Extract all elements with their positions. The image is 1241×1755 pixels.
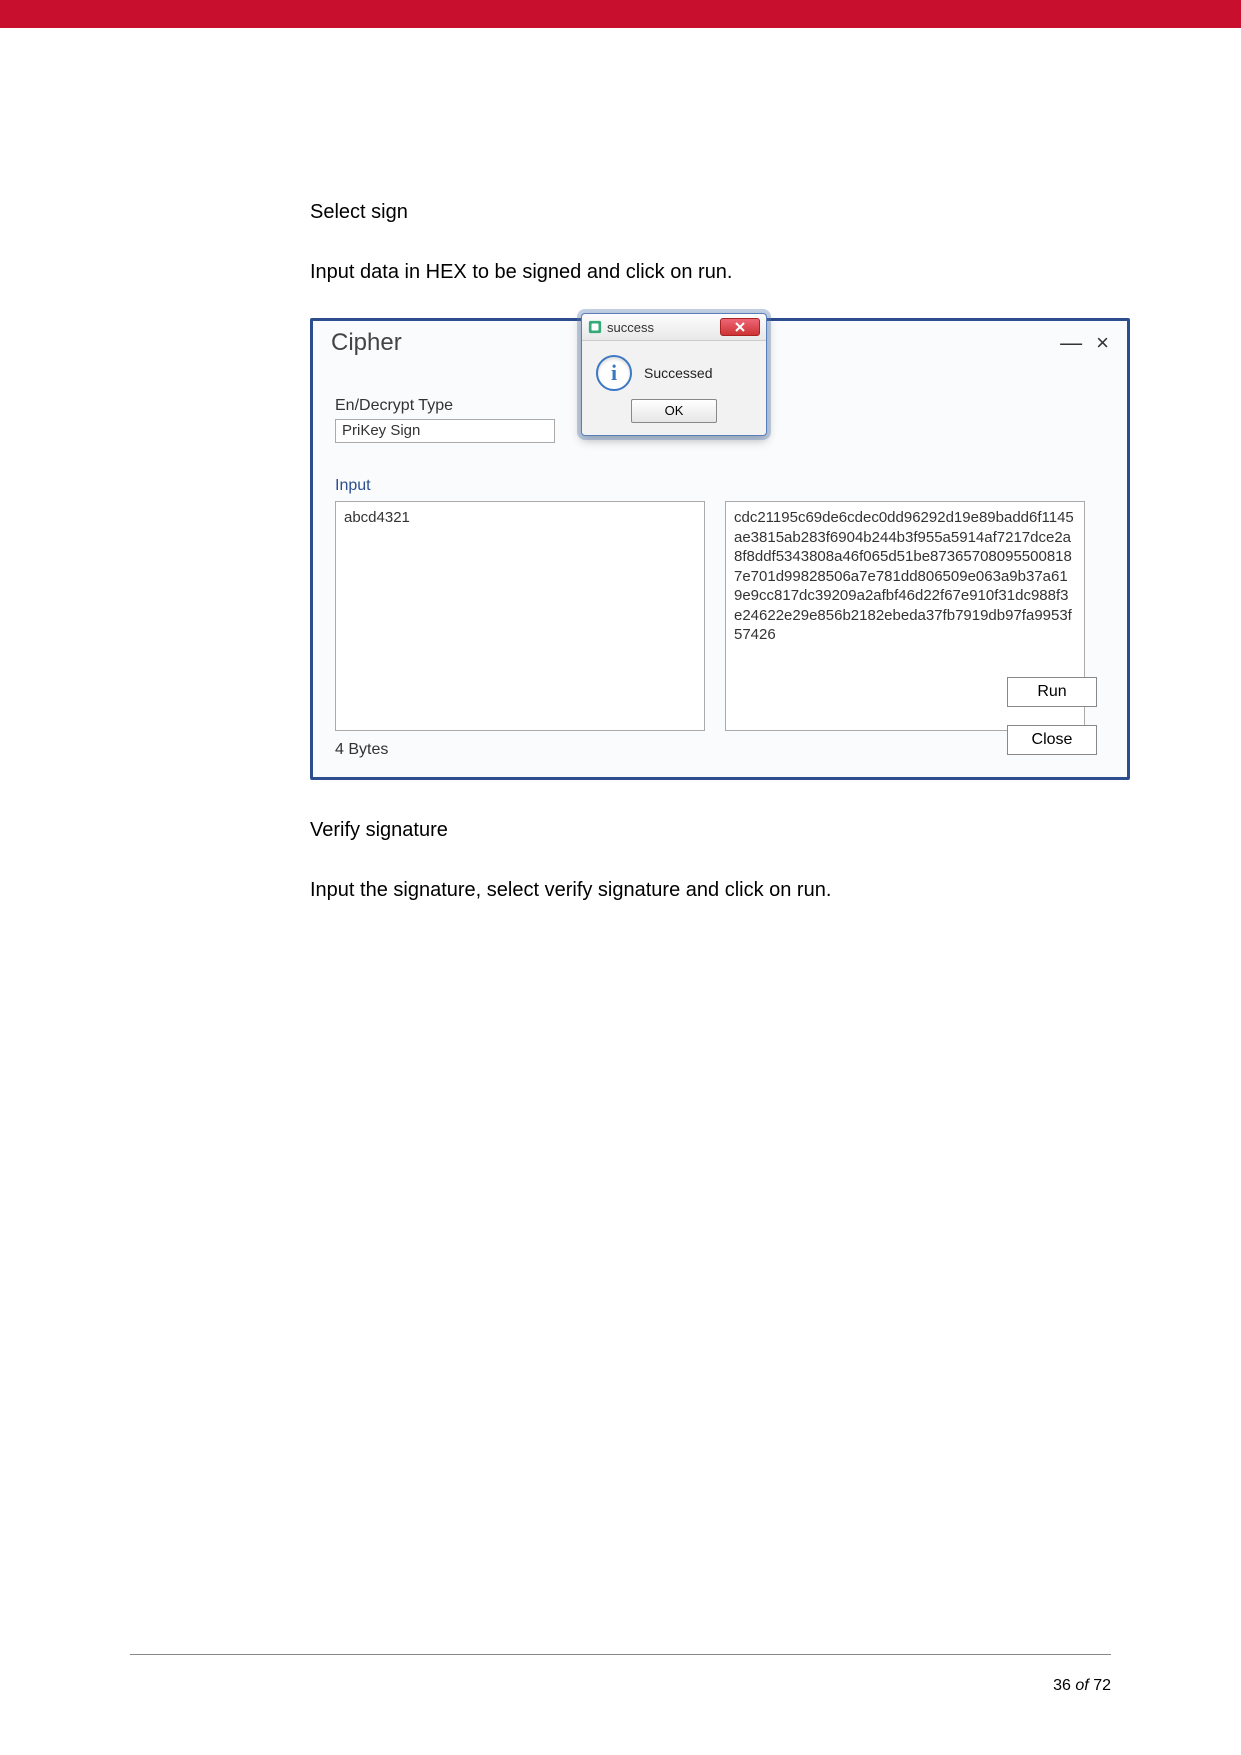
header-red-bar xyxy=(0,0,1241,28)
dialog-body: i Successed xyxy=(582,341,766,399)
input-label: Input xyxy=(335,477,1105,495)
select-sign-text: Select sign xyxy=(310,198,931,226)
dialog-title: success xyxy=(607,320,654,335)
ok-button[interactable]: OK xyxy=(631,399,717,423)
page-number: 36 of 72 xyxy=(1053,1677,1111,1695)
x-icon xyxy=(735,322,745,332)
dialog-footer: OK xyxy=(582,399,766,435)
footer-divider xyxy=(130,1654,1111,1655)
input-hex-instruction: Input data in HEX to be signed and click… xyxy=(310,258,931,286)
dialog-close-button[interactable] xyxy=(720,318,760,336)
verify-sig-instruction: Input the signature, select verify signa… xyxy=(310,876,931,904)
page-total: 72 xyxy=(1093,1677,1111,1694)
close-icon[interactable]: × xyxy=(1096,330,1109,356)
page-of: of xyxy=(1075,1677,1088,1694)
dialog-message: Successed xyxy=(644,365,712,381)
info-i-glyph: i xyxy=(611,360,617,386)
minimize-icon[interactable]: — xyxy=(1060,330,1082,356)
dialog-title-wrap: success xyxy=(588,320,654,335)
info-icon: i xyxy=(596,355,632,391)
run-button[interactable]: Run xyxy=(1007,677,1097,707)
io-row: abcd4321 cdc21195c69de6cdec0dd96292d19e8… xyxy=(335,501,1105,731)
page-content: Select sign Input data in HEX to be sign… xyxy=(0,28,1241,904)
close-button[interactable]: Close xyxy=(1007,725,1097,755)
window-controls: — × xyxy=(1060,330,1109,356)
dialog-favicon-icon xyxy=(588,320,602,334)
success-dialog: success i Successed OK xyxy=(581,313,767,436)
bytes-label: 4 Bytes xyxy=(335,741,1105,759)
document-page: Select sign Input data in HEX to be sign… xyxy=(0,0,1241,1755)
verify-sig-heading: Verify signature xyxy=(310,816,931,844)
cipher-window: Cipher — × En/Decrypt Type PriKey Sign I… xyxy=(310,318,1130,780)
encrypt-type-select[interactable]: PriKey Sign xyxy=(335,419,555,443)
button-stack: Run Close xyxy=(1007,677,1097,755)
input-textarea[interactable]: abcd4321 xyxy=(335,501,705,731)
dialog-titlebar: success xyxy=(582,314,766,341)
page-current: 36 xyxy=(1053,1677,1071,1694)
cipher-title: Cipher xyxy=(331,329,402,357)
